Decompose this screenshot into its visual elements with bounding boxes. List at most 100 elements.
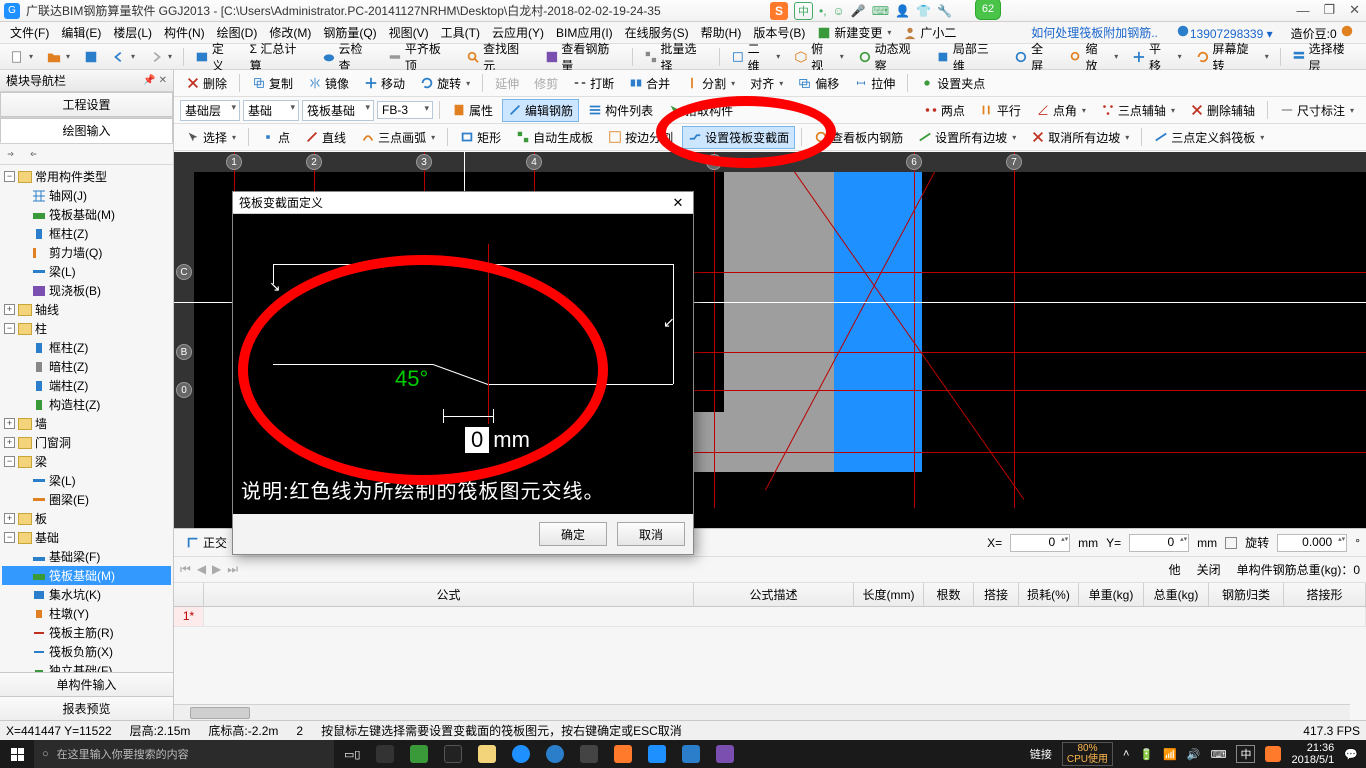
other-label[interactable]: 他: [1169, 561, 1181, 578]
taskview-icon[interactable]: ▭▯: [344, 748, 360, 761]
parallel-button[interactable]: 平行: [974, 99, 1027, 122]
dialog-titlebar[interactable]: 筏板变截面定义 ✕: [233, 192, 693, 214]
setgrip-button[interactable]: 设置夹点: [914, 72, 991, 95]
ok-button[interactable]: 确定: [539, 522, 607, 546]
expand-icon[interactable]: [6, 147, 20, 161]
sogou-icon[interactable]: S: [770, 2, 788, 20]
rect-button[interactable]: 矩形: [454, 126, 507, 149]
tab-report[interactable]: 报表预览: [0, 696, 173, 720]
align-button[interactable]: 对齐▾: [744, 72, 789, 95]
tb-app2-icon[interactable]: [410, 745, 428, 763]
obl3pt-button[interactable]: 三点定义斜筏板▾: [1148, 126, 1270, 149]
tree-axis[interactable]: 轴网(J): [49, 187, 87, 204]
viewinner-button[interactable]: 查看板内钢筋: [808, 126, 909, 149]
mm-value[interactable]: 0: [465, 427, 489, 453]
aux3pt-button[interactable]: 三点辅轴▾: [1095, 99, 1181, 122]
ime-smile-icon[interactable]: ☺: [833, 4, 845, 18]
hscrollbar[interactable]: [174, 704, 1350, 720]
pick-button[interactable]: 拾取构件: [662, 99, 739, 122]
rotate-checkbox[interactable]: [1225, 537, 1237, 549]
volume-icon[interactable]: 🔊: [1187, 748, 1201, 761]
edge-icon[interactable]: [512, 745, 530, 763]
tree-wall[interactable]: 剪力墙(Q): [49, 244, 102, 261]
rebar-table-row[interactable]: 1*: [174, 607, 1366, 627]
link-label[interactable]: 链接: [1030, 746, 1052, 762]
tray-up-icon[interactable]: ˄: [1123, 748, 1129, 760]
collapse-icon[interactable]: [24, 147, 38, 161]
move-button[interactable]: 移动: [358, 72, 411, 95]
component-tree[interactable]: −常用构件类型 轴网(J) 筏板基础(M) 框柱(Z) 剪力墙(Q) 梁(L) …: [0, 165, 173, 695]
tab-single-input[interactable]: 单构件输入: [0, 672, 173, 696]
tree-raft[interactable]: 筏板基础(M): [49, 206, 115, 223]
setalledge-button[interactable]: 设置所有边坡▾: [912, 126, 1022, 149]
new-file-icon[interactable]: ▾: [4, 47, 39, 67]
tb-app8-icon[interactable]: [716, 745, 734, 763]
split-button[interactable]: 分割▾: [679, 72, 741, 95]
tree-col[interactable]: 框柱(Z): [49, 225, 88, 242]
save-icon[interactable]: [78, 47, 104, 67]
ime-user-icon[interactable]: 👤: [895, 4, 910, 18]
ptangle-button[interactable]: 点角▾: [1030, 99, 1092, 122]
wifi-icon[interactable]: 📶: [1163, 748, 1177, 761]
arc3-button[interactable]: 三点画弧▾: [355, 126, 441, 149]
battery-icon[interactable]: 🔋: [1139, 748, 1153, 761]
x-input[interactable]: 0: [1010, 534, 1070, 552]
break-button[interactable]: 打断: [567, 72, 620, 95]
delaux-button[interactable]: 删除辅轴: [1184, 99, 1261, 122]
nav-buttons[interactable]: ⏮ ◀ ▶ ⏭: [180, 562, 238, 577]
notification-badge[interactable]: 62: [975, 0, 1001, 20]
name-dropdown[interactable]: FB-3: [377, 101, 433, 119]
sogou-tray-icon[interactable]: [1265, 746, 1281, 762]
undo-icon[interactable]: ▾: [106, 47, 141, 67]
dim-button[interactable]: 尺寸标注▾: [1274, 99, 1360, 122]
menu-edit[interactable]: 编辑(E): [55, 22, 107, 43]
tree-column-cat[interactable]: 柱: [35, 320, 47, 337]
menu-file[interactable]: 文件(F): [4, 22, 55, 43]
merge-button[interactable]: 合并: [623, 72, 676, 95]
ime-punct-icon[interactable]: •,: [819, 4, 827, 18]
select-button[interactable]: 选择▾: [180, 126, 242, 149]
tab-project-settings[interactable]: 工程设置: [0, 92, 173, 117]
offset-button[interactable]: 偏移: [792, 72, 845, 95]
ime-wrench-icon[interactable]: 🔧: [937, 4, 952, 18]
mirror-button[interactable]: 镜像: [302, 72, 355, 95]
ime-kbd-icon[interactable]: ⌨: [872, 4, 889, 18]
first-icon[interactable]: ⏮: [180, 562, 191, 577]
tb-app5-icon[interactable]: [614, 745, 632, 763]
clock[interactable]: 21:362018/5/1: [1291, 742, 1334, 766]
list-button[interactable]: 构件列表: [582, 99, 659, 122]
line-button[interactable]: 直线: [299, 126, 352, 149]
folder-icon[interactable]: [478, 745, 496, 763]
ie-icon[interactable]: [546, 745, 564, 763]
search-box[interactable]: ○ 在这里输入你要搜索的内容: [34, 740, 334, 768]
dialog-close-button[interactable]: ✕: [669, 195, 687, 211]
tb-app4-icon[interactable]: [580, 745, 598, 763]
cutbyline-button[interactable]: 按边分割: [602, 126, 679, 149]
twopt-button[interactable]: 两点: [918, 99, 971, 122]
prev-icon[interactable]: ◀: [197, 562, 206, 577]
editrebar-button[interactable]: 编辑钢筋: [502, 99, 579, 122]
copy-button[interactable]: 复制: [246, 72, 299, 95]
pin-icon[interactable]: 📌 ✕: [143, 75, 167, 86]
open-file-icon[interactable]: ▾: [41, 47, 76, 67]
cpu-meter[interactable]: 80%CPU使用: [1062, 742, 1113, 766]
maximize-button[interactable]: ❐: [1323, 2, 1335, 18]
close-label[interactable]: 关闭: [1197, 561, 1221, 578]
tree-axisline[interactable]: 轴线: [35, 301, 59, 318]
prop-button[interactable]: 属性: [446, 99, 499, 122]
cancel-button[interactable]: 取消: [617, 522, 685, 546]
stretch-button[interactable]: 拉伸: [848, 72, 901, 95]
last-icon[interactable]: ⏭: [227, 562, 238, 577]
delete-button[interactable]: 删除: [180, 72, 233, 95]
tab-draw-input[interactable]: 绘图输入: [0, 118, 173, 143]
setsection-button[interactable]: 设置筏板变截面: [682, 126, 795, 149]
tb-app3-icon[interactable]: [444, 745, 462, 763]
keyboard-icon[interactable]: ⌨: [1211, 748, 1227, 761]
ime-shirt-icon[interactable]: 👕: [916, 4, 931, 18]
start-button[interactable]: [0, 740, 34, 768]
tb-app7-icon[interactable]: [682, 745, 700, 763]
ime-indicator[interactable]: 中: [1236, 745, 1255, 763]
y-input[interactable]: 0: [1129, 534, 1189, 552]
redo-icon[interactable]: ▾: [143, 47, 178, 67]
next-icon[interactable]: ▶: [212, 562, 221, 577]
